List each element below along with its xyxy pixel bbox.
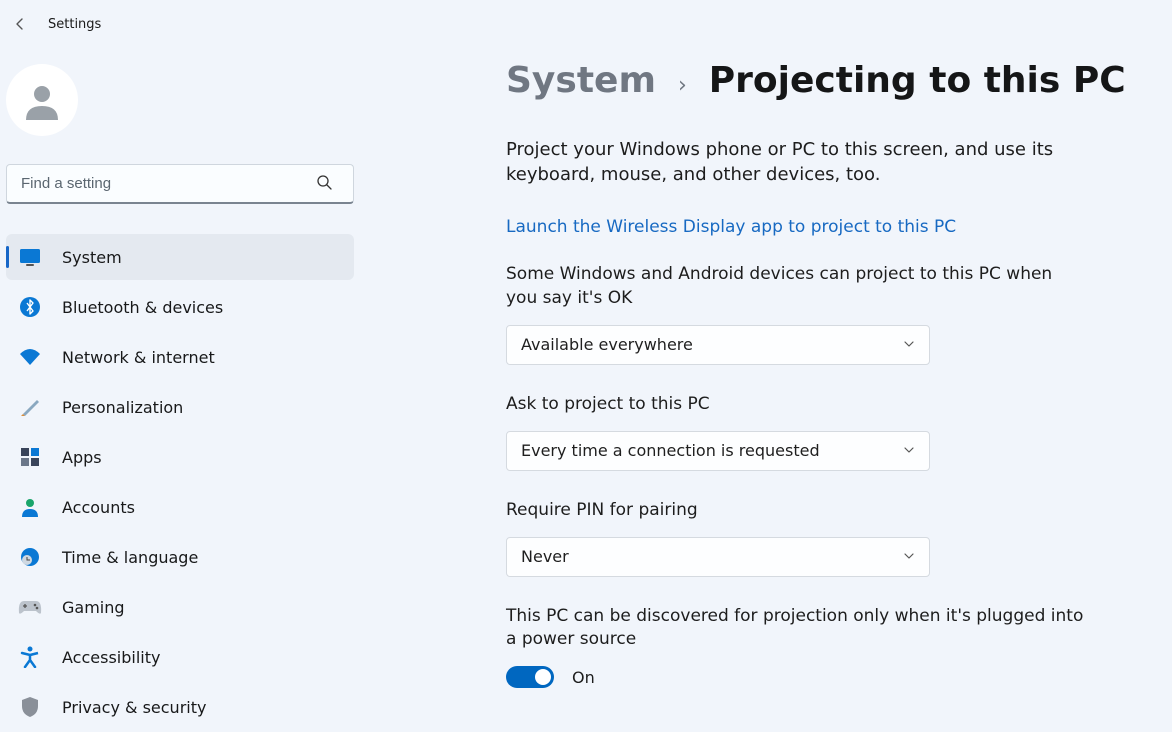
- setting-ask: Ask to project to this PC Every time a c…: [506, 393, 1086, 471]
- nav-label: Network & internet: [62, 348, 215, 367]
- sidebar: System Bluetooth & devices Network & int…: [0, 48, 360, 717]
- nav-label: Gaming: [62, 598, 125, 617]
- setting-label: This PC can be discovered for projection…: [506, 605, 1086, 653]
- shield-icon: [18, 695, 42, 719]
- nav-label: Bluetooth & devices: [62, 298, 223, 317]
- main-content: System › Projecting to this PC Project y…: [360, 48, 1172, 717]
- accounts-icon: [18, 495, 42, 519]
- power-toggle[interactable]: [506, 666, 554, 688]
- sidebar-item-system[interactable]: System: [6, 234, 354, 280]
- gaming-icon: [18, 595, 42, 619]
- back-button[interactable]: [8, 12, 32, 36]
- breadcrumb: System › Projecting to this PC: [506, 60, 1132, 101]
- chevron-down-icon: [903, 335, 915, 354]
- titlebar: Settings: [0, 0, 1172, 48]
- sidebar-item-personalization[interactable]: Personalization: [6, 384, 354, 430]
- accessibility-icon: [18, 645, 42, 669]
- intro-text: Project your Windows phone or PC to this…: [506, 137, 1086, 187]
- search-input[interactable]: [6, 164, 354, 204]
- sidebar-item-time-language[interactable]: Time & language: [6, 534, 354, 580]
- nav-label: Accounts: [62, 498, 135, 517]
- pin-dropdown[interactable]: Never: [506, 537, 930, 577]
- availability-dropdown[interactable]: Available everywhere: [506, 325, 930, 365]
- ask-dropdown[interactable]: Every time a connection is requested: [506, 431, 930, 471]
- nav-label: Privacy & security: [62, 698, 206, 717]
- nav-label: Apps: [62, 448, 102, 467]
- system-icon: [18, 245, 42, 269]
- setting-label: Ask to project to this PC: [506, 393, 1086, 417]
- toggle-state-label: On: [572, 668, 595, 687]
- sidebar-item-accessibility[interactable]: Accessibility: [6, 634, 354, 680]
- setting-pin: Require PIN for pairing Never: [506, 499, 1086, 577]
- sidebar-item-accounts[interactable]: Accounts: [6, 484, 354, 530]
- paintbrush-icon: [18, 395, 42, 419]
- chevron-down-icon: [903, 547, 915, 566]
- dropdown-value: Available everywhere: [521, 335, 693, 354]
- avatar[interactable]: [6, 64, 78, 136]
- nav: System Bluetooth & devices Network & int…: [6, 232, 354, 732]
- nav-label: Personalization: [62, 398, 183, 417]
- nav-label: System: [62, 248, 122, 267]
- page-title: Projecting to this PC: [709, 60, 1126, 101]
- setting-label: Some Windows and Android devices can pro…: [506, 263, 1086, 311]
- arrow-left-icon: [12, 16, 28, 32]
- chevron-down-icon: [903, 441, 915, 460]
- sidebar-item-bluetooth[interactable]: Bluetooth & devices: [6, 284, 354, 330]
- clock-globe-icon: [18, 545, 42, 569]
- dropdown-value: Never: [521, 547, 569, 566]
- person-icon: [20, 78, 64, 122]
- search-icon: [316, 174, 332, 194]
- setting-label: Require PIN for pairing: [506, 499, 1086, 523]
- app-title: Settings: [48, 17, 101, 32]
- nav-label: Accessibility: [62, 648, 160, 667]
- breadcrumb-parent[interactable]: System: [506, 60, 656, 101]
- launch-wireless-display-link[interactable]: Launch the Wireless Display app to proje…: [506, 217, 956, 237]
- bluetooth-icon: [18, 295, 42, 319]
- setting-power: This PC can be discovered for projection…: [506, 605, 1086, 689]
- setting-availability: Some Windows and Android devices can pro…: [506, 263, 1086, 365]
- search-wrap: [6, 164, 354, 204]
- sidebar-item-apps[interactable]: Apps: [6, 434, 354, 480]
- sidebar-item-network[interactable]: Network & internet: [6, 334, 354, 380]
- sidebar-item-privacy[interactable]: Privacy & security: [6, 684, 354, 730]
- apps-icon: [18, 445, 42, 469]
- chevron-right-icon: ›: [678, 73, 687, 98]
- dropdown-value: Every time a connection is requested: [521, 441, 820, 460]
- nav-label: Time & language: [62, 548, 198, 567]
- sidebar-item-gaming[interactable]: Gaming: [6, 584, 354, 630]
- wifi-icon: [18, 345, 42, 369]
- toggle-row: On: [506, 666, 1086, 688]
